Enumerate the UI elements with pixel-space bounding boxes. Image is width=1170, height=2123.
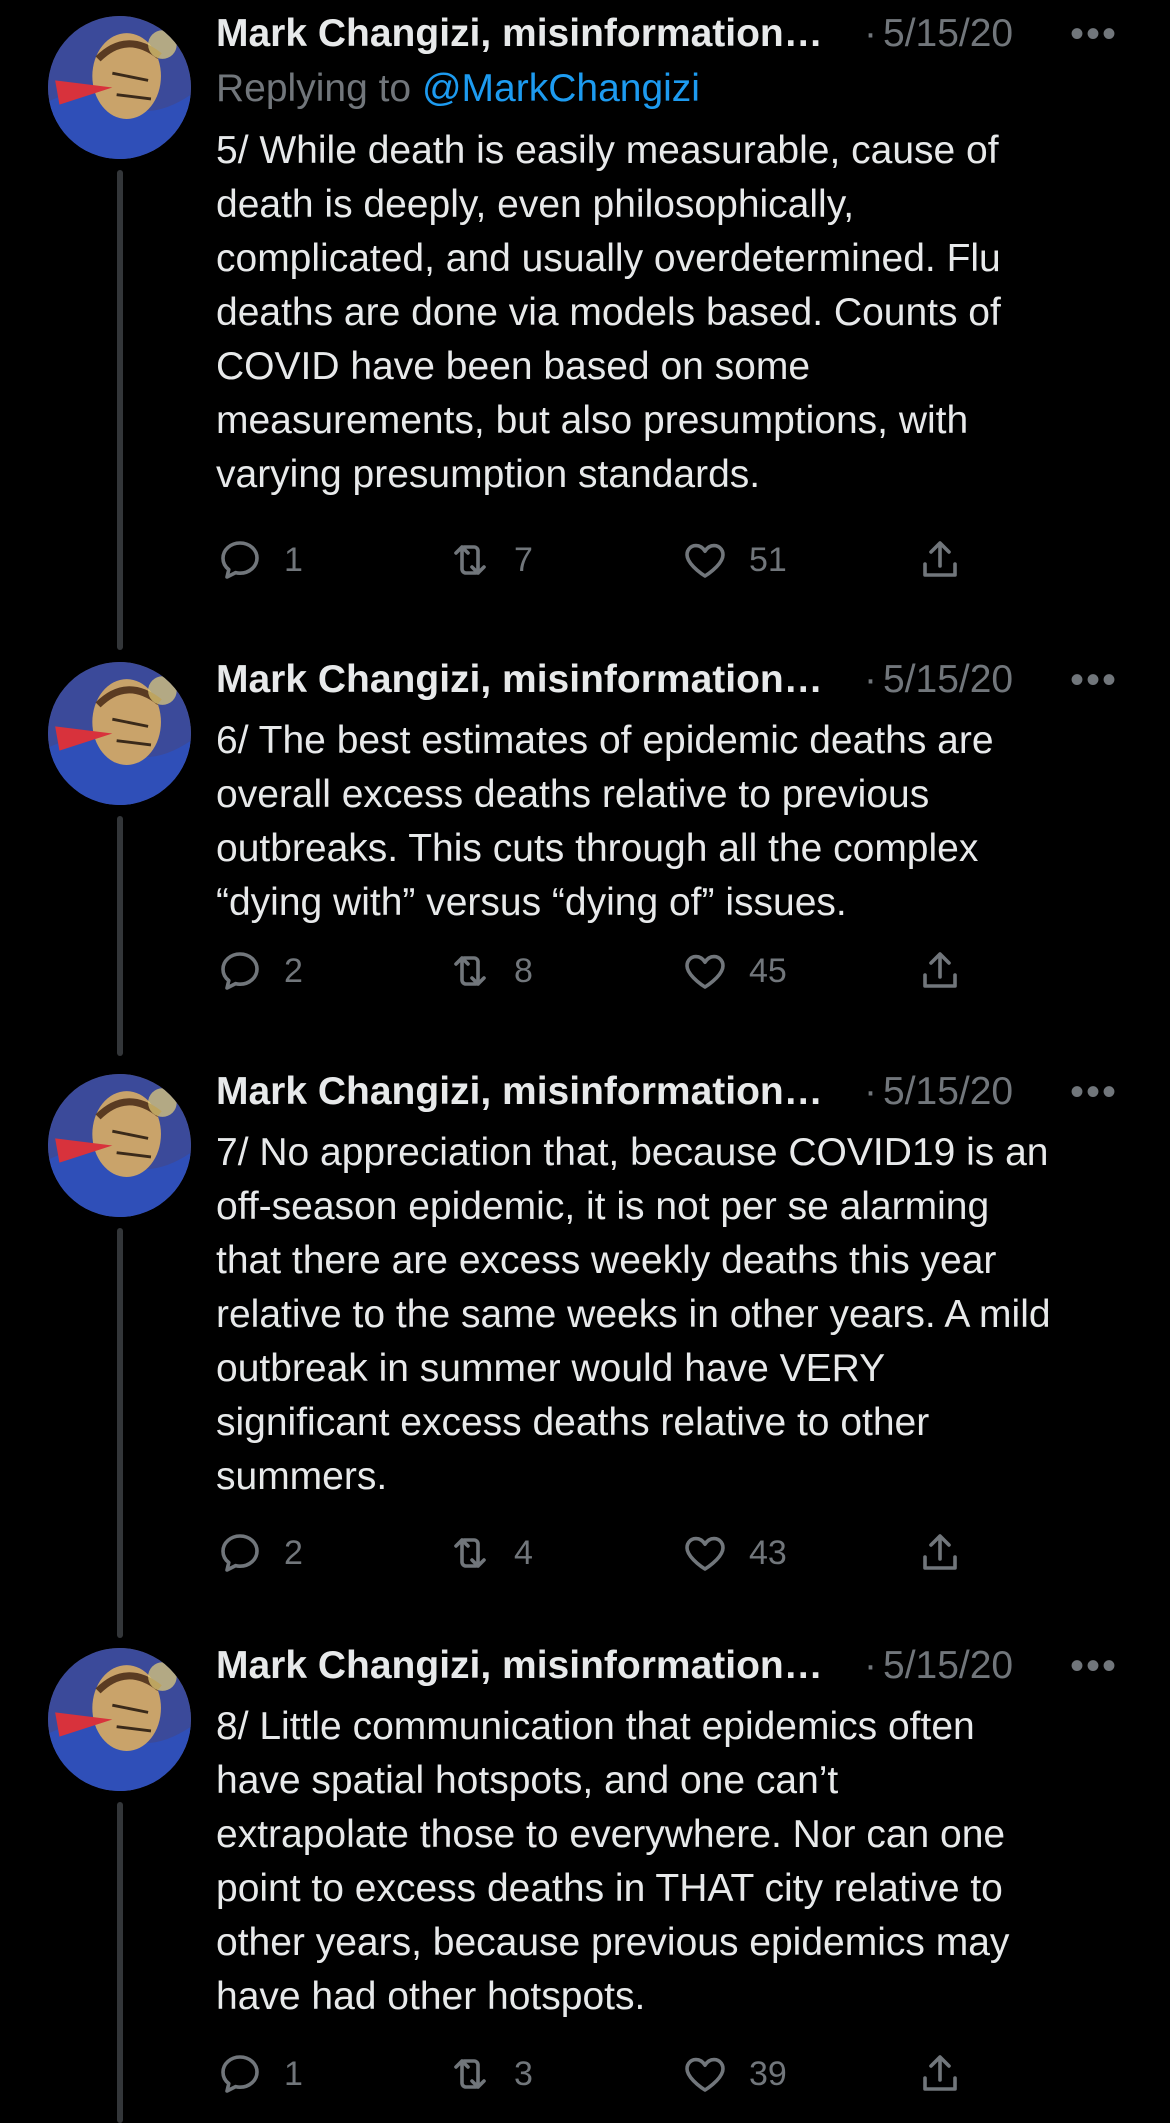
thread-line bbox=[117, 170, 123, 650]
reply-count: 2 bbox=[284, 951, 303, 990]
like-button[interactable]: 51 bbox=[681, 530, 787, 590]
replying-to-handle[interactable]: @MarkChangizi bbox=[422, 67, 700, 110]
tweet-date[interactable]: 5/15/20 bbox=[883, 1644, 1013, 1688]
share-button[interactable] bbox=[916, 530, 964, 590]
avatar[interactable] bbox=[48, 1074, 191, 1217]
retweet-count: 4 bbox=[514, 1533, 533, 1572]
tweet-thread: Mark Changizi, misinformation… · 5/15/20… bbox=[0, 0, 1170, 2123]
tweet-text: 8/ Little communication that epidemics o… bbox=[216, 1705, 1010, 2018]
retweet-count: 7 bbox=[514, 540, 533, 579]
more-options-icon[interactable]: ••• bbox=[1070, 660, 1118, 700]
avatar[interactable] bbox=[48, 1648, 191, 1791]
heart-icon bbox=[685, 954, 725, 989]
like-count: 39 bbox=[749, 2054, 787, 2093]
retweet-button[interactable]: 3 bbox=[446, 2044, 533, 2104]
author-name[interactable]: Mark Changizi, misinformation… bbox=[216, 658, 856, 702]
like-count: 51 bbox=[749, 540, 787, 579]
retweet-button[interactable]: 8 bbox=[446, 941, 533, 1001]
reply-count: 1 bbox=[284, 540, 303, 579]
reply-icon bbox=[221, 541, 259, 579]
tweet-actions: 2 8 45 bbox=[216, 941, 976, 1001]
retweet-count: 3 bbox=[514, 2054, 533, 2093]
replying-to-label: Replying to bbox=[216, 67, 422, 110]
retweet-icon bbox=[454, 2059, 486, 2089]
share-button[interactable] bbox=[916, 2044, 964, 2104]
retweet-icon bbox=[454, 545, 486, 575]
author-name[interactable]: Mark Changizi, misinformation… bbox=[216, 12, 856, 56]
tweet-actions: 1 3 39 bbox=[216, 2044, 976, 2104]
retweet-button[interactable]: 7 bbox=[446, 530, 533, 590]
separator-dot: · bbox=[864, 12, 877, 55]
reply-button[interactable]: 2 bbox=[216, 1523, 303, 1583]
tweet-text: 6/ The best estimates of epidemic deaths… bbox=[216, 719, 994, 924]
like-button[interactable]: 39 bbox=[681, 2044, 787, 2104]
tweet-date[interactable]: 5/15/20 bbox=[883, 12, 1013, 56]
avatar-portrait-image bbox=[48, 16, 191, 159]
thread-line bbox=[117, 1802, 123, 2123]
tweet-text: 5/ While death is easily measurable, cau… bbox=[216, 129, 1001, 496]
replying-to: Replying to @MarkChangizi bbox=[216, 62, 1130, 116]
reply-icon bbox=[221, 952, 259, 990]
thread-line bbox=[117, 1228, 123, 1638]
like-count: 45 bbox=[749, 951, 787, 990]
separator-dot: · bbox=[864, 1070, 877, 1113]
retweet-count: 8 bbox=[514, 951, 533, 990]
separator-dot: · bbox=[864, 1644, 877, 1687]
more-options-icon[interactable]: ••• bbox=[1070, 1646, 1118, 1686]
share-icon bbox=[923, 541, 957, 577]
share-button[interactable] bbox=[916, 1523, 964, 1583]
tweet-actions: 2 4 43 bbox=[216, 1523, 976, 1583]
tweet-date[interactable]: 5/15/20 bbox=[883, 1070, 1013, 1114]
share-button[interactable] bbox=[916, 941, 964, 1001]
reply-button[interactable]: 2 bbox=[216, 941, 303, 1001]
reply-icon bbox=[221, 2055, 259, 2093]
like-count: 43 bbox=[749, 1533, 787, 1572]
share-icon bbox=[923, 952, 957, 988]
reply-button[interactable]: 1 bbox=[216, 530, 303, 590]
heart-icon bbox=[685, 2057, 725, 2092]
avatar[interactable] bbox=[48, 16, 191, 159]
tweet-actions: 1 7 51 bbox=[216, 530, 976, 590]
heart-icon bbox=[685, 543, 725, 578]
avatar-portrait-image bbox=[48, 1648, 191, 1791]
separator-dot: · bbox=[864, 658, 877, 701]
author-name[interactable]: Mark Changizi, misinformation… bbox=[216, 1070, 856, 1114]
more-options-icon[interactable]: ••• bbox=[1070, 14, 1118, 54]
more-options-icon[interactable]: ••• bbox=[1070, 1072, 1118, 1112]
avatar[interactable] bbox=[48, 662, 191, 805]
reply-button[interactable]: 1 bbox=[216, 2044, 303, 2104]
retweet-icon bbox=[454, 1538, 486, 1568]
tweet-date[interactable]: 5/15/20 bbox=[883, 658, 1013, 702]
reply-count: 2 bbox=[284, 1533, 303, 1572]
retweet-icon bbox=[454, 956, 486, 986]
reply-count: 1 bbox=[284, 2054, 303, 2093]
tweet-text: 7/ No appreciation that, because COVID19… bbox=[216, 1131, 1051, 1498]
avatar-portrait-image bbox=[48, 1074, 191, 1217]
author-name[interactable]: Mark Changizi, misinformation… bbox=[216, 1644, 856, 1688]
retweet-button[interactable]: 4 bbox=[446, 1523, 533, 1583]
avatar-portrait-image bbox=[48, 662, 191, 805]
thread-line bbox=[117, 816, 123, 1056]
share-icon bbox=[923, 2055, 957, 2091]
heart-icon bbox=[685, 1536, 725, 1571]
share-icon bbox=[923, 1534, 957, 1570]
reply-icon bbox=[221, 1534, 259, 1572]
like-button[interactable]: 45 bbox=[681, 941, 787, 1001]
like-button[interactable]: 43 bbox=[681, 1523, 787, 1583]
